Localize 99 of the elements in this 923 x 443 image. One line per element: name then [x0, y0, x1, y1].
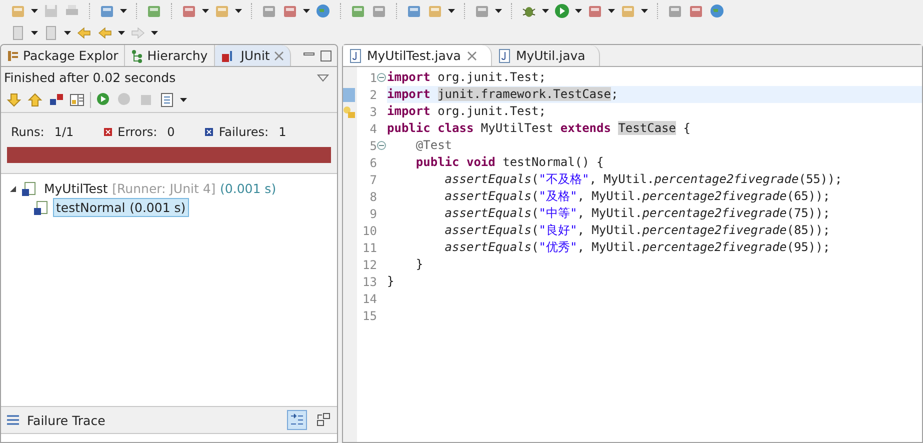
view-menu-icon[interactable] [317, 74, 329, 82]
code-line: assertEquals("及格", MyUtil.percentage2fivegrade(65)); [444, 188, 832, 205]
hierarchy-icon [131, 48, 144, 62]
counter-label: Failures: [218, 125, 269, 139]
caret-icon[interactable] [575, 9, 582, 13]
view-tab[interactable]: Package Explor [1, 45, 126, 66]
editor-tab[interactable]: MyUtilTest.java [343, 45, 492, 66]
line-number: 2 [368, 88, 377, 102]
view-tab[interactable]: JUnit [214, 45, 291, 66]
caret-icon[interactable] [31, 9, 38, 13]
line-number: 12 [362, 258, 377, 272]
line-number: 6 [368, 156, 377, 170]
close-icon[interactable] [466, 50, 477, 60]
caret-icon[interactable] [180, 98, 187, 102]
test-class-icon [21, 180, 37, 196]
counter-value: 1 [278, 125, 286, 139]
globe-icon[interactable] [315, 3, 331, 19]
caret-icon[interactable] [120, 9, 127, 13]
rerun-icon[interactable] [96, 92, 112, 108]
line-number: 13 [362, 274, 377, 288]
line-number: 7 [368, 172, 377, 186]
layout-icon[interactable] [69, 92, 85, 108]
globe-icon[interactable] [709, 3, 725, 19]
line-number: 15 [362, 308, 377, 322]
editor-tab[interactable]: MyUtil.java [492, 45, 600, 66]
tree-item[interactable]: MyUtilTest [Runner: JUnit 4] (0.001 s) [41, 179, 280, 198]
tool-icon[interactable] [406, 3, 422, 19]
counter-label: Runs: [11, 125, 44, 139]
code-line: assertEquals("良好", MyUtil.percentage2fivegrade(85)); [444, 222, 832, 239]
up-arrow-icon[interactable] [27, 92, 43, 108]
caret-icon[interactable] [64, 31, 71, 35]
document-icon[interactable] [10, 25, 26, 41]
caret-icon[interactable] [202, 9, 209, 13]
tool-icon[interactable] [667, 3, 683, 19]
expand-arrow-icon[interactable] [9, 184, 17, 192]
code-line: @Test [414, 137, 454, 154]
code-line: } [387, 273, 396, 290]
status-text: Finished after 0.02 seconds [4, 70, 176, 85]
line-number: 4 [368, 122, 377, 136]
close-icon[interactable] [274, 50, 284, 60]
tree-item[interactable]: testNormal (0.001 s) [53, 198, 189, 217]
line-number: 1 [368, 70, 377, 84]
down-arrow-icon[interactable] [6, 92, 22, 108]
caret-icon[interactable] [151, 31, 158, 35]
code-line: import org.junit.Test; [387, 69, 547, 86]
line-number: 10 [362, 224, 377, 238]
view-tab[interactable]: Hierarchy [125, 45, 215, 66]
document-icon[interactable] [43, 25, 59, 41]
line-number: 3 [368, 104, 377, 118]
tool-icon[interactable] [146, 3, 162, 19]
counter-label: Errors: [118, 125, 158, 139]
list-icon [7, 415, 19, 425]
tool-icon[interactable] [282, 3, 298, 19]
compare-icon[interactable] [315, 412, 331, 428]
tool-icon[interactable] [688, 3, 704, 19]
caret-icon[interactable] [235, 9, 242, 13]
tool-icon[interactable] [474, 3, 490, 19]
caret-icon[interactable] [608, 9, 615, 13]
line-number: 5 [368, 138, 377, 152]
tool-icon[interactable] [181, 3, 197, 19]
fold-icon[interactable] [377, 73, 386, 82]
code-line: import org.junit.Test; [387, 103, 547, 120]
caret-icon[interactable] [303, 9, 310, 13]
code-line: public class MyUtilTest extends TestCase { [387, 120, 692, 137]
code-line: } [414, 256, 424, 273]
caret-icon[interactable] [641, 9, 648, 13]
caret-icon[interactable] [495, 9, 502, 13]
fold-icon[interactable] [377, 141, 386, 150]
code-line: assertEquals("中等", MyUtil.percentage2fivegrade(75)); [444, 205, 832, 222]
caret-icon[interactable] [118, 31, 125, 35]
line-number: 9 [368, 206, 377, 220]
code-line: assertEquals("优秀", MyUtil.percentage2fivegrade(95)); [444, 239, 832, 256]
left-arrow-icon[interactable] [97, 25, 113, 41]
line-number: 8 [368, 190, 377, 204]
tool-icon[interactable] [371, 3, 387, 19]
tool-icon[interactable] [350, 3, 366, 19]
failures-only-icon[interactable] [48, 92, 64, 108]
counter-value: 1/1 [54, 125, 74, 139]
caret-icon[interactable] [31, 31, 38, 35]
counter-value: 0 [167, 125, 175, 139]
left-arrow-icon[interactable] [76, 25, 92, 41]
java-file-icon [498, 48, 510, 62]
caret-icon[interactable] [448, 9, 455, 13]
code-line: assertEquals("不及格", MyUtil.percentage2fivegrade(55)); [444, 171, 844, 188]
java-file-icon [349, 48, 361, 62]
caret-icon[interactable] [542, 9, 549, 13]
play-icon[interactable] [554, 3, 570, 19]
line-number: 11 [362, 240, 377, 254]
maximize-icon[interactable] [320, 50, 332, 62]
tool-icon[interactable] [587, 3, 603, 19]
package-icon [7, 50, 19, 62]
code-line: public void testNormal() { [414, 154, 605, 171]
failure-trace-title: Failure Trace [27, 412, 106, 428]
tool-icon[interactable] [99, 3, 115, 19]
tool-icon[interactable] [261, 3, 277, 19]
line-number: 14 [362, 292, 377, 306]
history-icon[interactable] [159, 92, 175, 108]
filter-stack-icon[interactable] [287, 410, 307, 430]
test-method-icon [33, 200, 49, 216]
